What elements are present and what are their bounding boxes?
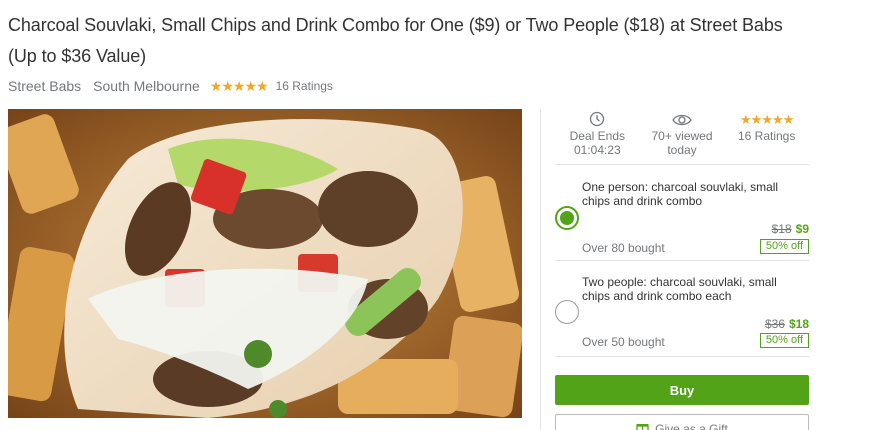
ratings-count-link[interactable]: 16 Ratings (276, 79, 333, 93)
option-price: $18 $9 (772, 222, 809, 236)
merchant-link[interactable]: Street Babs (8, 78, 81, 94)
deal-stats: Deal Ends 01:04:23 70+ viewed today ★★★★… (555, 109, 809, 165)
discount-badge: 50% off (759, 239, 809, 254)
option-title: Two people: charcoal souvlaki, small chi… (582, 275, 777, 303)
ratings-stat[interactable]: ★★★★★ 16 Ratings (724, 109, 809, 164)
clock-icon (589, 109, 605, 127)
gift-label: Give as a Gift (655, 422, 728, 430)
option-radio-selected[interactable] (555, 206, 579, 230)
option-title: One person: charcoal souvlaki, small chi… (582, 180, 779, 208)
ratings-count: 16 Ratings (737, 129, 796, 143)
deal-meta: Street Babs South Melbourne ★★★★★ 16 Rat… (8, 77, 333, 95)
option-two-people[interactable]: Two people: charcoal souvlaki, small chi… (555, 262, 809, 357)
option-price: $36 $18 (765, 317, 809, 331)
deal-hero-image[interactable] (8, 109, 522, 418)
buy-button[interactable]: Buy (555, 375, 809, 405)
discount-price: $18 (788, 317, 809, 331)
location-label: South Melbourne (93, 78, 200, 94)
bought-count: Over 50 bought (582, 335, 665, 349)
bought-count: Over 80 bought (582, 241, 665, 255)
option-one-person[interactable]: One person: charcoal souvlaki, small chi… (555, 166, 809, 261)
deal-ends-stat: Deal Ends 01:04:23 (555, 109, 640, 164)
eye-icon (672, 109, 692, 127)
discount-price: $9 (795, 222, 809, 236)
give-as-gift-button[interactable]: Give as a Gift (555, 414, 809, 430)
gift-icon (636, 421, 649, 430)
rating-stars: ★★★★★ (209, 77, 269, 94)
viewed-stat: 70+ viewed today (640, 109, 725, 164)
original-price: $36 (764, 317, 785, 331)
deal-title: Charcoal Souvlaki, Small Chips and Drink… (8, 15, 783, 66)
deal-ends-countdown: 01:04:23 (573, 143, 621, 157)
purchase-panel: Deal Ends 01:04:23 70+ viewed today ★★★★… (540, 109, 873, 430)
souvlaki-photo (8, 109, 522, 418)
deal-ends-label: Deal Ends (569, 129, 626, 143)
option-radio[interactable] (555, 300, 579, 324)
viewed-count: 70+ viewed (651, 129, 713, 143)
original-price: $18 (771, 222, 792, 236)
viewed-period: today (667, 143, 697, 157)
rating-stars: ★★★★★ (740, 112, 794, 127)
discount-badge: 50% off (759, 333, 809, 348)
